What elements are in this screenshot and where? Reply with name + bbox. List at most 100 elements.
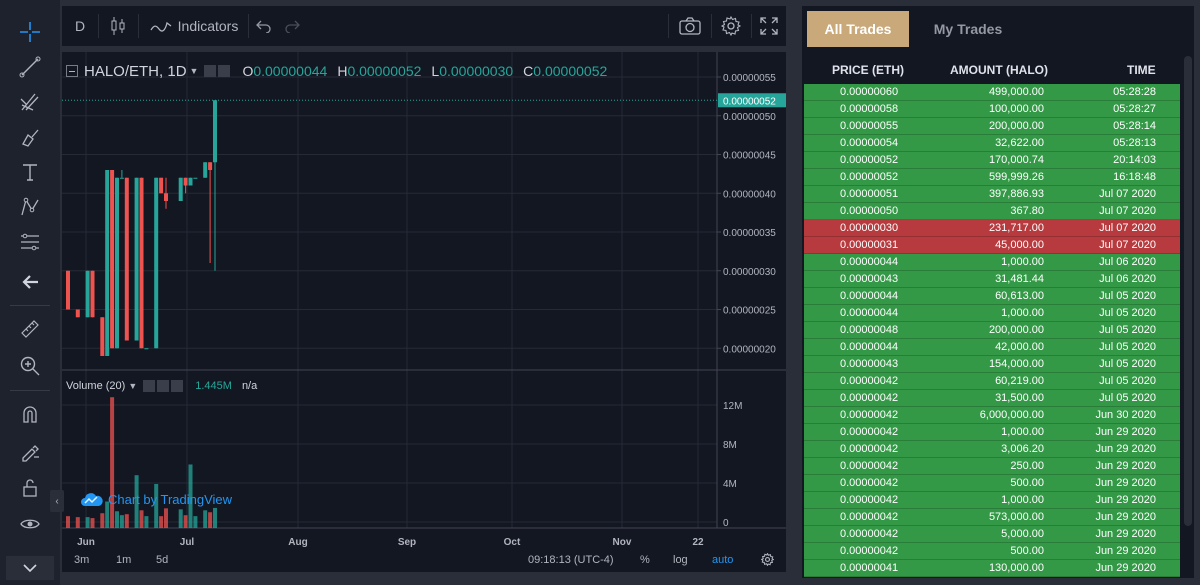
trades-scrollbar[interactable]: [1184, 56, 1192, 526]
zoom-in-icon[interactable]: [14, 352, 46, 380]
trade-row[interactable]: 0.00000042 6,000,000.00 Jun 30 2020: [804, 407, 1180, 424]
trade-row[interactable]: 0.00000055 200,000.00 05:28:14: [804, 118, 1180, 135]
trade-time: Jul 05 2020: [1099, 324, 1156, 336]
range-3m[interactable]: 3m: [74, 554, 89, 566]
trade-row[interactable]: 0.00000043 154,000.00 Jul 05 2020: [804, 356, 1180, 373]
trade-row[interactable]: 0.00000042 500.00 Jun 29 2020: [804, 475, 1180, 492]
volume-title[interactable]: Volume (20): [66, 380, 125, 392]
collapse-legend-icon[interactable]: [66, 65, 78, 77]
interval-button[interactable]: D: [62, 6, 98, 46]
trade-time: Jul 07 2020: [1099, 239, 1156, 251]
amount-column-header[interactable]: AMOUNT (HALO): [950, 63, 1048, 77]
unlock-icon[interactable]: [14, 474, 46, 502]
trend-line-icon[interactable]: [14, 53, 46, 81]
ruler-icon[interactable]: [14, 315, 46, 343]
pattern-icon[interactable]: [14, 193, 46, 221]
price-column-header[interactable]: PRICE (ETH): [832, 63, 904, 77]
collapse-toolbar-button[interactable]: [6, 556, 54, 580]
trade-row[interactable]: 0.00000044 42,000.00 Jul 05 2020: [804, 339, 1180, 356]
brush-icon[interactable]: [14, 123, 46, 151]
chart-area[interactable]: 0.00000055 0.00000050 0.00000045 0.00000040…: [50, 52, 786, 572]
trade-amount: 60,613.00: [995, 290, 1044, 302]
range-5d[interactable]: 5d: [156, 554, 168, 566]
trade-row[interactable]: 0.00000052 170,000.74 20:14:03: [804, 152, 1180, 169]
trade-row[interactable]: 0.00000042 5,000.00 Jun 29 2020: [804, 526, 1180, 543]
trade-row[interactable]: 0.00000031 45,000.00 Jul 07 2020: [804, 237, 1180, 254]
magnet-icon[interactable]: [14, 400, 46, 428]
back-arrow-icon[interactable]: [14, 268, 46, 296]
volume-bar: [159, 516, 164, 528]
volume-bar: [208, 512, 213, 528]
redo-button[interactable]: [280, 6, 304, 46]
trade-row[interactable]: 0.00000054 32,622.00 05:28:13: [804, 135, 1180, 152]
attribution-toggle[interactable]: ‹: [50, 490, 64, 512]
legend-eye-icon[interactable]: [218, 65, 231, 77]
indicators-button[interactable]: Indicators: [142, 6, 246, 46]
log-toggle[interactable]: log: [673, 554, 688, 566]
candle-body: [144, 348, 149, 350]
percent-toggle[interactable]: %: [640, 554, 650, 566]
volume-axis-label: 4M: [723, 479, 737, 490]
scale-settings-button[interactable]: [760, 552, 775, 569]
trade-row[interactable]: 0.00000042 1,000.00 Jun 29 2020: [804, 492, 1180, 509]
lock-drawings-icon[interactable]: [14, 437, 46, 465]
tab-my-trades[interactable]: My Trades: [917, 11, 1019, 47]
volume-bar: [178, 509, 183, 528]
trade-row[interactable]: 0.00000051 397,886.93 Jul 07 2020: [804, 186, 1180, 203]
trade-row[interactable]: 0.00000042 3,006.20 Jun 29 2020: [804, 441, 1180, 458]
trade-row[interactable]: 0.00000042 1,000.00 Jun 29 2020: [804, 424, 1180, 441]
eye-icon[interactable]: [14, 510, 46, 538]
undo-icon: [256, 20, 271, 33]
range-1m[interactable]: 1m: [116, 554, 131, 566]
symbol-title[interactable]: HALO/ETH, 1D: [84, 63, 187, 80]
chart-type-button[interactable]: [99, 6, 137, 46]
trade-time: Jun 30 2020: [1095, 409, 1156, 421]
tab-all-trades[interactable]: All Trades: [807, 11, 909, 47]
trade-row[interactable]: 0.00000044 60,613.00 Jul 05 2020: [804, 288, 1180, 305]
trade-row[interactable]: 0.00000042 60,219.00 Jul 05 2020: [804, 373, 1180, 390]
chevron-down-icon[interactable]: ▼: [128, 381, 137, 391]
trade-row[interactable]: 0.00000041 130,000.00 Jun 29 2020: [804, 560, 1180, 577]
chevron-down-icon[interactable]: ▼: [190, 66, 199, 76]
volume-settings-icon[interactable]: [143, 380, 156, 392]
trade-row[interactable]: 0.00000048 200,000.00 Jul 05 2020: [804, 322, 1180, 339]
time-axis-label: 22: [692, 537, 704, 548]
trade-row[interactable]: 0.00000050 367.80 Jul 07 2020: [804, 203, 1180, 220]
candle-body: [100, 317, 105, 356]
trade-row[interactable]: 0.00000042 250.00 Jun 29 2020: [804, 458, 1180, 475]
trade-amount: 100,000.00: [988, 103, 1044, 115]
crosshair-icon[interactable]: [14, 18, 46, 46]
volume-eye-icon[interactable]: [157, 380, 170, 392]
trade-amount: 1,000.00: [1001, 256, 1044, 268]
trade-row[interactable]: 0.00000044 1,000.00 Jul 05 2020: [804, 305, 1180, 322]
trade-price: 0.00000043: [840, 358, 899, 370]
undo-button[interactable]: [252, 6, 276, 46]
trade-amount: 45,000.00: [995, 239, 1044, 251]
legend-settings-icon[interactable]: [204, 65, 217, 77]
trade-row[interactable]: 0.00000042 500.00 Jun 29 2020: [804, 543, 1180, 560]
fib-icon[interactable]: [14, 228, 46, 256]
trade-row[interactable]: 0.00000030 231,717.00 Jul 07 2020: [804, 220, 1180, 237]
trade-price: 0.00000042: [840, 375, 899, 387]
trade-row[interactable]: 0.00000052 599,999.26 16:18:48: [804, 169, 1180, 186]
trade-row[interactable]: 0.00000043 31,481.44 Jul 06 2020: [804, 271, 1180, 288]
tradingview-watermark[interactable]: Chart by TradingView: [80, 490, 232, 508]
time-axis-label: Nov: [613, 537, 632, 548]
trade-row[interactable]: 0.00000042 573,000.00 Jun 29 2020: [804, 509, 1180, 526]
trade-row[interactable]: 0.00000058 100,000.00 05:28:27: [804, 101, 1180, 118]
pitchfork-icon[interactable]: [14, 88, 46, 116]
clock-time[interactable]: 09:18:13 (UTC-4): [528, 554, 614, 566]
trade-time: Jun 29 2020: [1095, 545, 1156, 557]
volume-close-icon[interactable]: [171, 380, 184, 392]
trade-time: Jul 06 2020: [1099, 256, 1156, 268]
trade-row[interactable]: 0.00000060 499,000.00 05:28:28: [804, 84, 1180, 101]
trade-row[interactable]: 0.00000044 1,000.00 Jul 06 2020: [804, 254, 1180, 271]
trade-row[interactable]: 0.00000042 31,500.00 Jul 05 2020: [804, 390, 1180, 407]
settings-button[interactable]: [712, 6, 750, 46]
screenshot-button[interactable]: [670, 6, 710, 46]
time-column-header[interactable]: TIME: [1127, 63, 1156, 77]
auto-toggle[interactable]: auto: [712, 554, 733, 566]
fullscreen-button[interactable]: [752, 6, 786, 46]
text-icon[interactable]: [14, 158, 46, 186]
trade-time: Jun 29 2020: [1095, 460, 1156, 472]
